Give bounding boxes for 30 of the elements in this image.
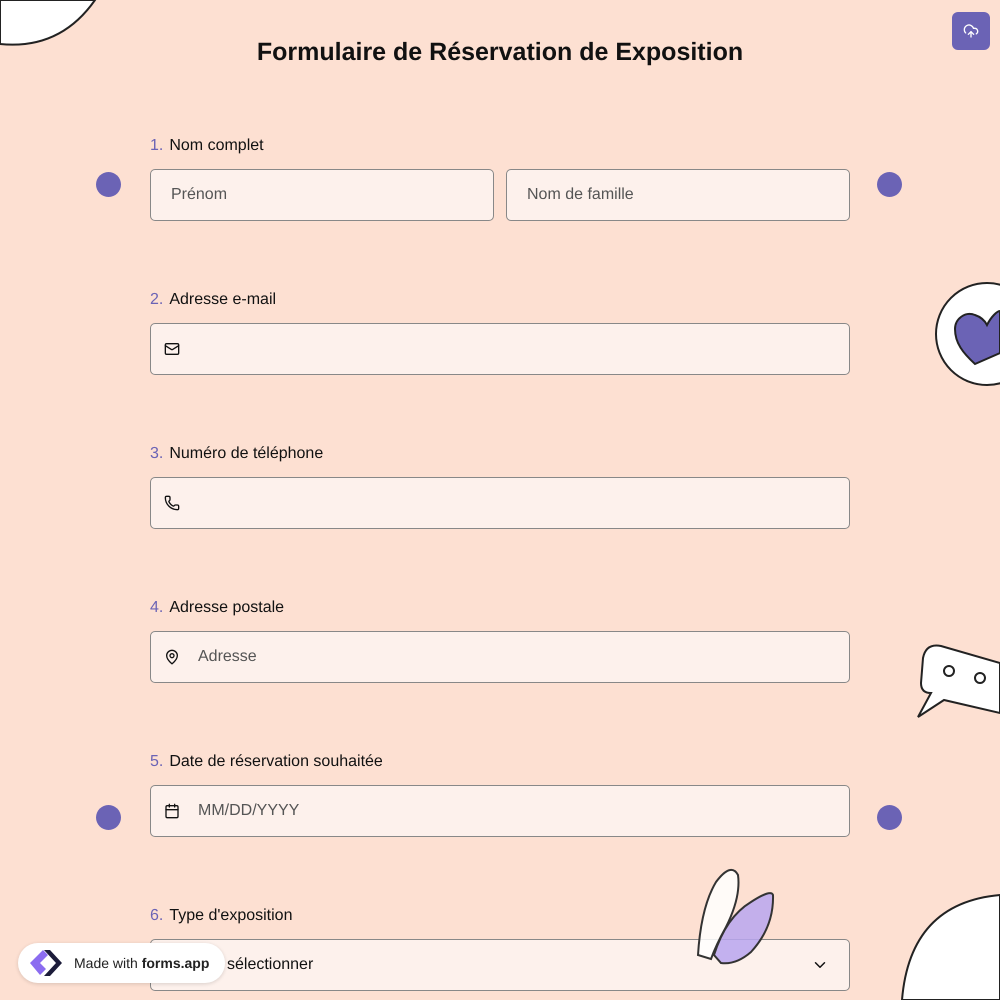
question-number: 4.: [150, 599, 164, 617]
made-with-badge[interactable]: Made with forms.app: [18, 943, 226, 983]
question-number: 5.: [150, 753, 164, 771]
input-field[interactable]: [150, 477, 850, 529]
input-field[interactable]: Adresse: [150, 631, 850, 683]
name-field[interactable]: Prénom: [150, 169, 494, 221]
cloud-upload-icon: [963, 23, 979, 39]
input-field[interactable]: MM/DD/YYYY: [150, 785, 850, 837]
upload-button[interactable]: [952, 12, 990, 50]
input-field[interactable]: [150, 323, 850, 375]
question-label: Adresse postale: [169, 599, 284, 617]
question-number: 2.: [150, 291, 164, 309]
question-label: Numéro de téléphone: [169, 445, 324, 463]
decoration-dot: [96, 172, 121, 197]
question-label: Date de réservation souhaitée: [169, 753, 383, 771]
map-pin-icon: [164, 649, 180, 665]
question-label: Type d'exposition: [169, 907, 292, 925]
question-number: 6.: [150, 907, 164, 925]
decoration-dot: [877, 172, 902, 197]
form-title: Formulaire de Réservation de Exposition: [256, 38, 744, 67]
decoration-dot: [877, 805, 902, 830]
mail-icon: [164, 341, 180, 357]
decoration-dot: [96, 805, 121, 830]
question-number: 1.: [150, 137, 164, 155]
name-field[interactable]: Nom de famille: [506, 169, 850, 221]
phone-icon: [164, 495, 180, 511]
question-label: Nom complet: [169, 137, 264, 155]
question-label: Adresse e-mail: [169, 291, 276, 309]
calendar-icon: [164, 803, 180, 819]
question-number: 3.: [150, 445, 164, 463]
